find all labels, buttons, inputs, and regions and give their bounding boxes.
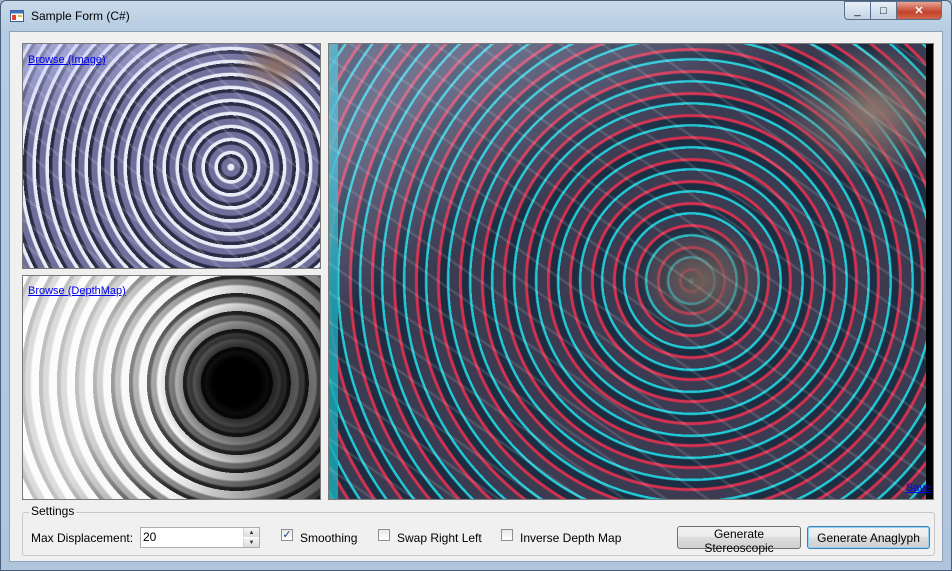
save-link[interactable]: Save [906,482,931,494]
maximize-button[interactable]: □ [870,1,897,20]
close-icon: ✕ [914,5,924,17]
result-image-texture [329,44,933,499]
spin-up-icon[interactable]: ▲ [243,528,259,537]
settings-groupbox: Settings Max Displacement: ▲ ▼ ✓ Smoothi… [22,504,935,556]
app-window: Sample Form (C#) _ □ ✕ Browse (Image) Br… [0,0,952,571]
max-displacement-label: Max Displacement: [31,531,134,545]
settings-group-label: Settings [29,504,77,518]
anaglyph-result-picture: Save [328,43,934,500]
spin-down-icon[interactable]: ▼ [243,538,259,547]
form-client-area: Browse (Image) Browse (DepthMap) Save Se… [9,31,943,562]
generate-anaglyph-button[interactable]: Generate Anaglyph [807,526,930,549]
minimize-button[interactable]: _ [844,1,871,20]
inverse-depth-map-checkbox[interactable] [501,529,513,541]
swap-right-left-checkbox[interactable] [378,529,390,541]
generate-stereoscopic-button[interactable]: Generate Stereoscopic [677,526,801,555]
window-title: Sample Form (C#) [31,9,130,23]
max-displacement-stepper[interactable]: ▲ ▼ [140,527,260,548]
close-button[interactable]: ✕ [896,1,942,20]
minimize-icon: _ [854,4,861,17]
smoothing-checkbox[interactable]: ✓ [281,529,293,541]
inverse-depth-map-label[interactable]: Inverse Depth Map [520,531,621,545]
swap-right-left-label[interactable]: Swap Right Left [397,531,482,545]
browse-image-link[interactable]: Browse (Image) [28,54,106,66]
depth-map-picture: Browse (DepthMap) [22,275,321,500]
smoothing-label[interactable]: Smoothing [300,531,357,545]
title-bar[interactable]: Sample Form (C#) _ □ ✕ [1,1,951,31]
browse-depthmap-link[interactable]: Browse (DepthMap) [28,285,126,297]
source-image-picture: Browse (Image) [22,43,321,269]
maximize-icon: □ [880,4,887,17]
max-displacement-input[interactable] [143,530,239,544]
app-icon[interactable] [10,9,24,23]
checkmark-icon: ✓ [282,529,292,541]
